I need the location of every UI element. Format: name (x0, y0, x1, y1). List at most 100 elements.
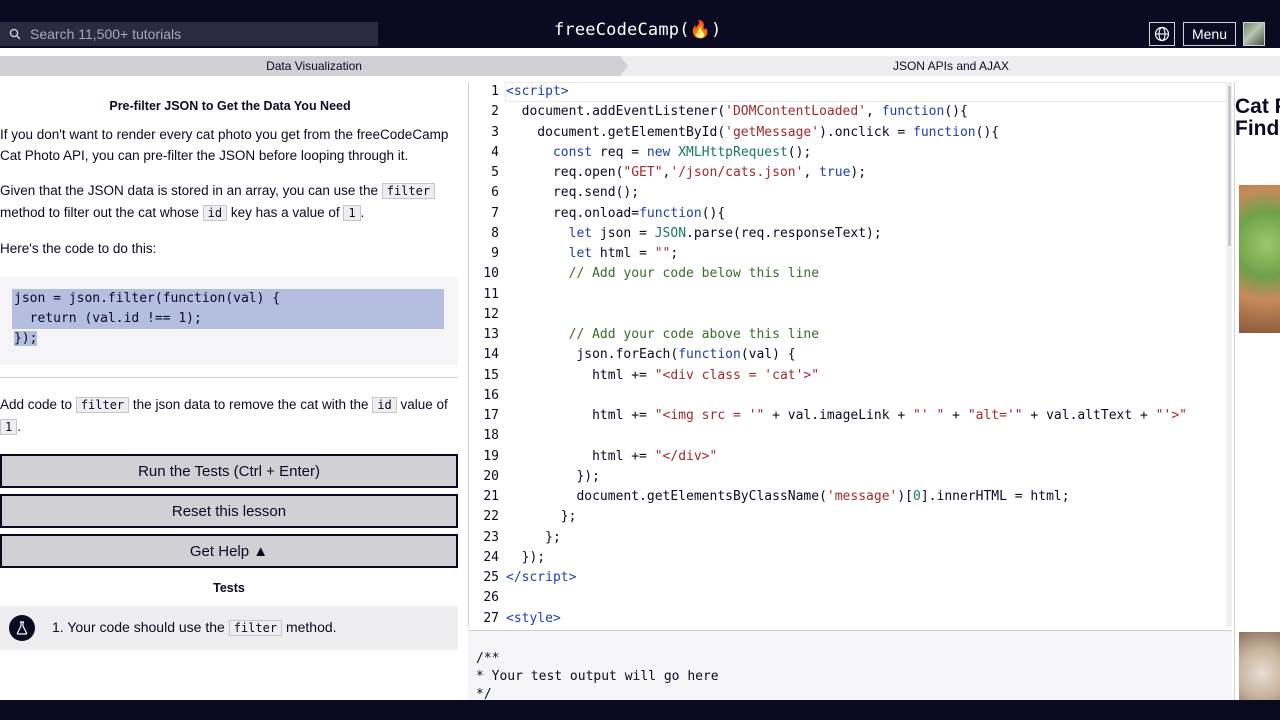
line-text[interactable]: req.onload=function(){ (506, 204, 725, 224)
text-fragment: . (360, 205, 365, 220)
line-text[interactable]: let html = ""; (506, 244, 679, 264)
line-text[interactable]: document.getElementsByClassName('message… (506, 487, 1069, 507)
line-text[interactable]: }; (506, 507, 577, 527)
editor-line[interactable]: 1 <script> (469, 82, 1230, 102)
text-fragment: value of (396, 397, 448, 412)
preview-title: Cat Photo Finder (1235, 95, 1280, 140)
editor-line[interactable]: 26 (469, 588, 1230, 608)
line-text[interactable]: req.open("GET",'/json/cats.json', true); (506, 163, 866, 183)
line-number: 12 (483, 306, 499, 322)
editor-line[interactable]: 11 (469, 285, 1230, 305)
globe-icon (1154, 26, 1170, 42)
line-number: 11 (483, 286, 499, 302)
editor-line[interactable]: 7 req.onload=function(){ (469, 204, 1230, 224)
lesson-title: Pre-filter JSON to Get the Data You Need (109, 99, 351, 113)
preview-cat-image (1239, 632, 1280, 700)
code-editor[interactable]: 1 <script> 2 document.addEventListener('DO… (468, 82, 1230, 627)
tab-json-apis-and-ajax[interactable]: JSON APIs and AJAX (628, 56, 1274, 76)
tab-data-visualization[interactable]: Data Visualization (0, 56, 628, 76)
line-text[interactable]: let json = JSON.parse(req.responseText); (506, 224, 882, 244)
editor-line[interactable]: 20 }); (469, 467, 1230, 487)
test-output-console: /** * Your test output will go here */ (468, 630, 1232, 700)
line-text[interactable]: document.getElementById('getMessage').on… (506, 123, 999, 143)
search-input[interactable]: Search 11,500+ tutorials (30, 26, 181, 42)
line-text[interactable]: // Add your code above this line (506, 325, 819, 345)
search-icon (0, 22, 30, 46)
example-code-block: json = json.filter(function(val) { retur… (0, 277, 458, 365)
editor-line[interactable]: 27 <style> (469, 609, 1230, 628)
run-tests-button[interactable]: Run the Tests (Ctrl + Enter) (0, 454, 458, 488)
avatar[interactable] (1243, 22, 1265, 46)
line-number: 20 (483, 468, 499, 484)
search-bar[interactable]: Search 11,500+ tutorials (0, 22, 378, 46)
bottom-bar (0, 700, 1280, 720)
inline-code: 1 (343, 205, 361, 221)
line-number: 27 (483, 610, 499, 626)
line-text[interactable]: <script> (506, 82, 569, 102)
editor-line[interactable]: 4 const req = new XMLHttpRequest(); (469, 143, 1230, 163)
line-number: 26 (483, 590, 499, 606)
editor-line[interactable]: 22 }; (469, 507, 1230, 527)
line-number: 19 (483, 448, 499, 464)
line-text[interactable]: const req = new XMLHttpRequest(); (506, 143, 811, 163)
editor-line[interactable]: 13 // Add your code above this line (469, 325, 1230, 345)
test-text: 1. Your code should use the filter metho… (52, 619, 337, 636)
code-line: json = json.filter(function(val) { (14, 291, 281, 306)
get-help-button[interactable]: Get Help ▲ (0, 534, 458, 568)
editor-line[interactable]: 21 document.getElementsByClassName('mess… (469, 487, 1230, 507)
menu-button[interactable]: Menu (1183, 22, 1236, 46)
line-text[interactable]: html += "<img src = '" + val.imageLink +… (506, 406, 1187, 426)
line-number: 15 (483, 367, 499, 383)
editor-scrollbar-thumb[interactable] (1228, 86, 1231, 246)
inline-code: filter (75, 397, 130, 413)
tests-heading: Tests (213, 581, 245, 595)
editor-line[interactable]: 23 }; (469, 528, 1230, 548)
inline-code: 1 (0, 419, 18, 435)
editor-line[interactable]: 25 </script> (469, 568, 1230, 588)
reset-lesson-button[interactable]: Reset this lesson (0, 494, 458, 528)
editor-line[interactable]: 19 html += "</div>" (469, 447, 1230, 467)
inline-code: id (372, 397, 397, 413)
editor-line[interactable]: 5 req.open("GET",'/json/cats.json', true… (469, 163, 1230, 183)
paragraph-code-intro: Here's the code to do this: (0, 241, 157, 256)
line-number: 21 (483, 489, 499, 504)
text-fragment: the json data to remove the cat with the (129, 397, 373, 412)
inline-code: id (202, 205, 228, 221)
line-text[interactable]: html += "<div class = 'cat'>" (506, 366, 819, 386)
editor-line[interactable]: 2 document.addEventListener('DOMContentL… (469, 102, 1230, 122)
line-text[interactable]: html += "</div>" (506, 447, 717, 467)
line-text[interactable]: }); (506, 548, 546, 568)
line-number: 18 (483, 428, 499, 444)
line-text[interactable]: </script> (506, 568, 576, 588)
line-text[interactable]: req.send(); (506, 183, 639, 203)
editor-line[interactable]: 6 req.send(); (469, 183, 1230, 203)
line-text[interactable]: <style> (506, 609, 561, 628)
line-number: 8 (491, 225, 499, 241)
text-fragment: Add code to (0, 397, 76, 412)
paragraph-task: Add code to filter the json data to remo… (0, 394, 458, 438)
editor-line[interactable]: 17 html += "<img src = '" + val.imageLin… (469, 406, 1230, 426)
editor-line[interactable]: 16 (469, 386, 1230, 406)
line-text[interactable]: }; (506, 528, 561, 548)
line-number: 4 (491, 144, 499, 160)
divider (0, 377, 458, 378)
line-text[interactable]: // Add your code below this line (506, 264, 819, 284)
line-text[interactable]: }); (506, 467, 599, 487)
line-number: 13 (483, 327, 499, 342)
editor-line[interactable]: 18 (469, 426, 1230, 446)
editor-line[interactable]: 14 json.forEach(function(val) { (469, 345, 1230, 365)
preview-pane: Cat Photo Finder (1234, 82, 1280, 700)
line-text[interactable]: document.addEventListener('DOMContentLoa… (506, 102, 968, 122)
paragraph-filter-explanation: Given that the JSON data is stored in an… (0, 180, 458, 224)
editor-line[interactable]: 10 // Add your code below this line (469, 264, 1230, 284)
editor-line[interactable]: 9 let html = ""; (469, 244, 1230, 264)
editor-line[interactable]: 8 let json = JSON.parse(req.responseText… (469, 224, 1230, 244)
editor-line[interactable]: 15 html += "<div class = 'cat'>" (469, 366, 1230, 386)
language-globe-button[interactable] (1149, 22, 1175, 46)
editor-line[interactable]: 3 document.getElementById('getMessage').… (469, 123, 1230, 143)
editor-line[interactable]: 24 }); (469, 548, 1230, 568)
editor-line[interactable]: 12 (469, 305, 1230, 325)
line-number: 7 (491, 205, 499, 221)
line-text[interactable]: json.forEach(function(val) { (506, 345, 795, 365)
brand-logo[interactable]: freeCodeCamp(🔥) (554, 20, 721, 40)
